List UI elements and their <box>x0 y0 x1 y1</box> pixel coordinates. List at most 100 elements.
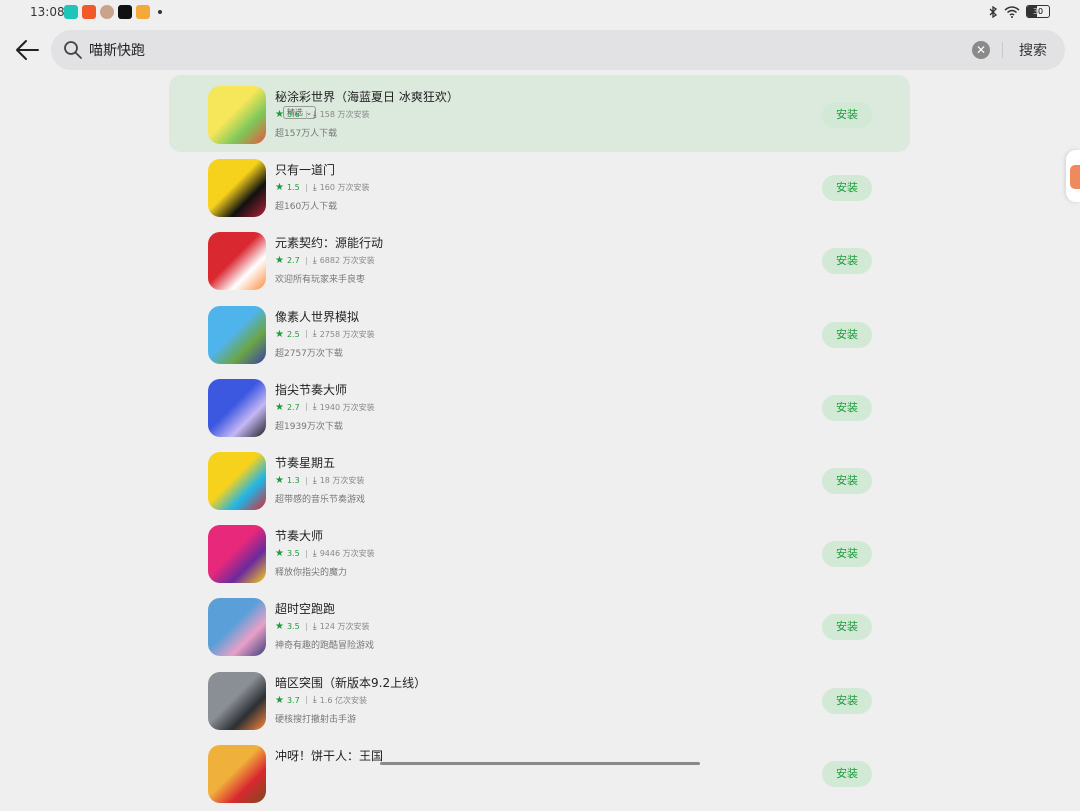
app-installs: 2758 万次安装 <box>319 329 375 339</box>
star-icon: ★ <box>275 548 284 560</box>
app-list-item[interactable]: 冲呀！饼干人：王国 安装 <box>169 734 910 811</box>
game-app-icon <box>82 5 96 19</box>
download-icon: ⤓ <box>312 255 317 266</box>
meta-divider <box>305 696 307 705</box>
search-icon <box>64 41 82 59</box>
install-button[interactable]: 安装 <box>822 394 872 421</box>
app-list-item[interactable]: 节奏星期五 ★ 1.3 ⤓ 18 万次安装 超带感的音乐节奏游戏 安装 <box>169 441 910 518</box>
app-rating: 3.7 <box>286 695 300 705</box>
app-list-item[interactable]: 节奏大师 ★ 3.5 ⤓ 9446 万次安装释放你指尖的魔力 安装 <box>169 514 910 591</box>
search-input[interactable]: 喵斯快跑 ✕ 搜索 <box>51 30 1065 70</box>
app-name: 指尖节奏大师 <box>275 382 348 397</box>
star-icon: ★ <box>275 694 284 706</box>
app-icon[interactable] <box>208 232 266 291</box>
app-icon[interactable] <box>208 598 266 657</box>
app-icon[interactable] <box>208 305 266 364</box>
app-list-item[interactable]: 指尖节奏大师 ★ 2.7 ⤓ 1940 万次安装 超1939万次下载 安装 <box>169 368 910 445</box>
app-rating: 1.3 <box>286 476 300 485</box>
install-button[interactable]: 安装 <box>822 760 872 787</box>
download-icon: ⤓ <box>312 109 317 120</box>
app-rating: 3.5 <box>286 549 300 559</box>
install-button[interactable]: 安装 <box>822 541 872 568</box>
download-icon: ⤓ <box>312 402 317 413</box>
bluetooth-icon <box>989 5 998 18</box>
app-name: 只有一道门 <box>275 163 336 178</box>
install-button[interactable]: 安装 <box>822 614 872 641</box>
yellow-app-icon <box>136 5 150 19</box>
tiktok-icon <box>118 5 132 19</box>
app-meta: ★ 2.7 ⤓ 6882 万次安装 <box>275 255 375 266</box>
app-list-item[interactable]: 只有一道门 ★ 1.5 ⤓ 160 万次安装 超160万人下载 安装 <box>169 148 910 225</box>
more-notifications-dot <box>158 10 162 14</box>
app-description: 超1939万次下载 <box>275 421 343 432</box>
app-icon[interactable] <box>208 671 266 730</box>
download-icon: ⤓ <box>312 695 317 706</box>
app-name: 元素契约：源能行动 <box>275 236 384 251</box>
meta-divider <box>305 110 307 119</box>
app-icon[interactable] <box>208 159 266 218</box>
app-icon[interactable] <box>208 452 266 510</box>
app-rating: 2.7 <box>286 402 300 412</box>
star-icon: ★ <box>275 328 284 340</box>
taptap-icon <box>64 5 78 19</box>
meta-divider <box>305 330 307 339</box>
install-button[interactable]: 安装 <box>822 102 872 128</box>
search-button[interactable]: 搜索 <box>1019 40 1047 60</box>
install-button[interactable]: 安装 <box>822 175 872 202</box>
app-icon[interactable] <box>208 86 266 144</box>
app-meta: ★ 1.3 ⤓ 18 万次安装 <box>275 475 364 486</box>
floating-side-tab[interactable] <box>1066 150 1080 202</box>
app-icon[interactable] <box>208 744 266 803</box>
app-list-item[interactable]: 元素契约：源能行动 ★ 2.7 ⤓ 6882 万次安装 欢迎所有玩家来手良枣 安装 <box>169 221 910 298</box>
meta-divider <box>305 256 307 265</box>
meta-divider <box>305 403 307 412</box>
back-arrow-icon[interactable] <box>14 38 40 62</box>
app-installs: 1940 万次安装 <box>319 402 375 412</box>
status-time: 13:08 <box>30 5 65 19</box>
app-name: 节奏大师 <box>275 529 324 544</box>
app-name: 秘涂彩世界（海蓝夏日 冰爽狂欢） <box>275 90 459 104</box>
app-icon[interactable] <box>208 525 266 584</box>
app-installs: 6882 万次安装 <box>319 256 375 266</box>
download-icon: ⤓ <box>312 548 317 559</box>
battery-icon: 30 <box>1026 5 1050 18</box>
install-button[interactable]: 安装 <box>822 248 872 275</box>
app-rating: 3.6 <box>286 110 300 119</box>
download-icon: ⤓ <box>312 475 317 486</box>
floating-app-icon <box>1070 165 1080 189</box>
home-indicator[interactable] <box>380 762 700 765</box>
app-name: 像素人世界模拟 <box>275 309 360 324</box>
app-meta: ★ 2.7 ⤓ 1940 万次安装 <box>275 402 375 413</box>
app-list-item[interactable]: 暗区突围（新版本9.2上线） ★ 3.7 ⤓ 1.6 亿次安装 硬核搜打撤射击手游 安装 <box>169 661 910 738</box>
app-list-item[interactable]: 超时空跑跑 ★ 3.5 ⤓ 124 万次安装 神奇有趣的跑酷冒险游戏 安装 <box>169 587 910 664</box>
app-rating: 2.7 <box>286 256 300 266</box>
app-list-item[interactable]: 秘涂彩世界（海蓝夏日 冰爽狂欢） 精选 ⌄ ★ 3.6 ⤓ 158 万次安装 超157万人下… <box>169 75 910 152</box>
app-meta: ★ 2.5 ⤓ 2758 万次安装 <box>275 329 375 340</box>
app-icon[interactable] <box>208 378 266 437</box>
app-meta: ★ 3.5 ⤓ 124 万次安装 <box>275 621 370 632</box>
app-meta: ★ 3.5 ⤓ 9446 万次安装 <box>275 548 375 559</box>
app-installs: 124 万次安装 <box>319 622 370 632</box>
clear-icon[interactable]: ✕ <box>972 41 990 59</box>
install-button[interactable]: 安装 <box>822 687 872 714</box>
app-name: 暗区突围（新版本9.2上线） <box>275 675 427 690</box>
star-icon: ★ <box>275 182 284 194</box>
app-description: 超带感的音乐节奏游戏 <box>275 495 366 505</box>
app-description: 硬核搜打撤射击手游 <box>275 714 357 725</box>
app-description: 超2757万次下载 <box>275 348 343 359</box>
app-installs: 9446 万次安装 <box>319 549 375 559</box>
app-installs: 160 万次安装 <box>319 183 370 193</box>
app-description: 释放你指尖的魔力 <box>275 568 348 579</box>
star-icon: ★ <box>275 255 284 267</box>
search-query[interactable]: 喵斯快跑 <box>89 40 145 60</box>
meta-divider <box>305 622 307 631</box>
install-button[interactable]: 安装 <box>822 321 872 348</box>
install-button[interactable]: 安装 <box>822 468 872 494</box>
app-rating: 3.5 <box>286 622 300 632</box>
meta-divider <box>305 183 307 192</box>
app-list-item[interactable]: 像素人世界模拟 ★ 2.5 ⤓ 2758 万次安装 超2757万次下载 安装 <box>169 295 910 372</box>
search-divider <box>1002 42 1003 58</box>
star-icon: ★ <box>275 109 284 120</box>
meta-divider <box>305 549 307 558</box>
download-icon: ⤓ <box>312 621 317 632</box>
